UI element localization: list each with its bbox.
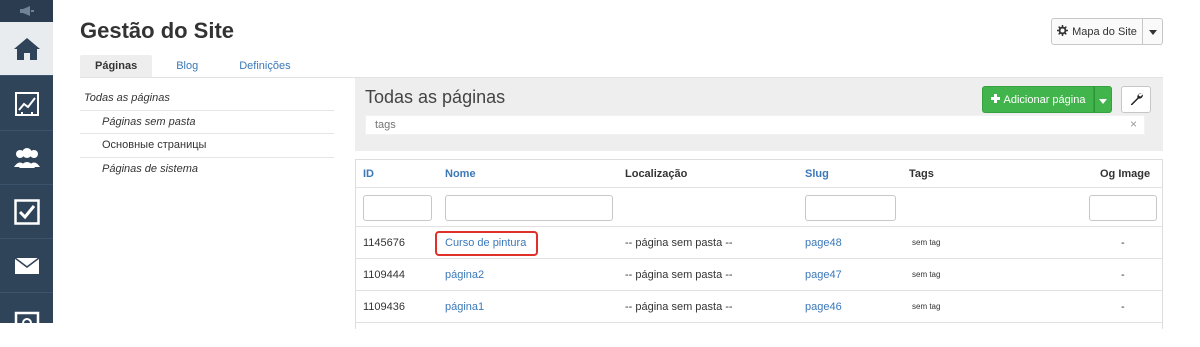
row-location: -- página sem pasta -- [625, 236, 733, 249]
column-header-nome[interactable]: Nome [445, 160, 476, 187]
row-tags: sem tag [912, 302, 941, 311]
plus-icon [990, 93, 1000, 106]
column-header-id[interactable]: ID [363, 160, 374, 187]
table-filter-row [356, 188, 1162, 227]
folder-all-pages[interactable]: Todas as páginas [80, 87, 334, 111]
home-icon[interactable] [0, 22, 53, 76]
sitemap-button-label: Mapa do Site [1072, 25, 1137, 38]
add-page-button[interactable]: Adicionar página [982, 86, 1094, 113]
row-slug-link[interactable]: page48 [805, 227, 842, 258]
chart-icon[interactable] [0, 77, 53, 131]
megaphone-icon[interactable] [0, 0, 53, 22]
row-og-image: - [1121, 236, 1125, 249]
settings-icon[interactable] [0, 293, 53, 347]
row-tags: sem tag [912, 238, 941, 247]
row-og-image: - [1121, 300, 1125, 313]
icon-rail [0, 0, 53, 333]
add-page-label: Adicionar página [1003, 93, 1086, 106]
wrench-icon [1130, 92, 1143, 108]
column-header-slug[interactable]: Slug [805, 160, 829, 187]
column-header-localizacao: Localização [625, 167, 688, 180]
add-page-dropdown-toggle[interactable] [1094, 86, 1112, 113]
column-header-og-image: Og Image [1100, 167, 1151, 180]
row-tags: sem tag [912, 270, 941, 279]
sitemap-dropdown-toggle[interactable] [1143, 18, 1163, 45]
row-id: 1109444 [363, 268, 406, 281]
folder-list: Todas as páginas Páginas sem pasta Основ… [80, 87, 334, 181]
row-id: 1145676 [363, 236, 406, 249]
column-header-tags: Tags [909, 167, 934, 180]
tags-filter-input[interactable] [365, 115, 1145, 135]
row-name-link[interactable]: página2 [445, 259, 484, 290]
name-filter-input[interactable] [445, 195, 613, 221]
folder-no-folder[interactable]: Páginas sem pasta [80, 111, 334, 134]
users-icon[interactable] [0, 131, 53, 185]
sitemap-button[interactable]: Mapa do Site [1051, 18, 1143, 45]
page-title: Gestão do Site [80, 18, 235, 43]
table-row: 1109436 página1 -- página sem pasta -- p… [356, 291, 1162, 323]
add-page-button-group: Adicionar página [982, 86, 1112, 113]
row-slug-link[interactable]: page47 [805, 259, 842, 290]
gear-icon [1057, 24, 1069, 39]
row-id: 1109436 [363, 300, 406, 313]
pages-table: ID Nome Localização Slug Tags Og Image 1… [355, 159, 1163, 329]
tab-paginas[interactable]: Páginas [80, 55, 153, 77]
tools-button[interactable] [1121, 86, 1151, 113]
folder-main-pages[interactable]: Основные страницы [80, 134, 334, 158]
section-tabs: Páginas Blog Definições [80, 55, 306, 77]
checkbox-icon[interactable] [0, 185, 53, 239]
slug-filter-input[interactable] [805, 195, 896, 221]
envelope-icon[interactable] [0, 239, 53, 293]
pages-panel-header: Todas as páginas Adicionar página × [355, 78, 1163, 151]
folder-system-pages[interactable]: Páginas de sistema [80, 158, 334, 182]
sitemap-button-group: Mapa do Site [1051, 18, 1163, 45]
table-row: 1109444 página2 -- página sem pasta -- p… [356, 259, 1162, 291]
row-og-image: - [1121, 268, 1125, 281]
id-filter-input[interactable] [363, 195, 432, 221]
row-location: -- página sem pasta -- [625, 300, 733, 313]
table-row: 1145676 Curso de pintura -- página sem p… [356, 227, 1162, 259]
row-name-link[interactable]: página1 [445, 291, 484, 322]
table-header-row: ID Nome Localização Slug Tags Og Image [356, 160, 1162, 188]
row-location: -- página sem pasta -- [625, 268, 733, 281]
row-name-link[interactable]: Curso de pintura [445, 227, 526, 258]
clear-tags-icon[interactable]: × [1130, 117, 1137, 131]
tab-definicoes[interactable]: Definições [224, 55, 305, 77]
caret-down-icon [1099, 93, 1107, 107]
row-slug-link[interactable]: page46 [805, 291, 842, 322]
caret-down-icon [1148, 26, 1157, 38]
tab-blog[interactable]: Blog [161, 55, 213, 77]
panel-title: Todas as páginas [365, 87, 506, 107]
og-image-filter-input[interactable] [1089, 195, 1157, 221]
